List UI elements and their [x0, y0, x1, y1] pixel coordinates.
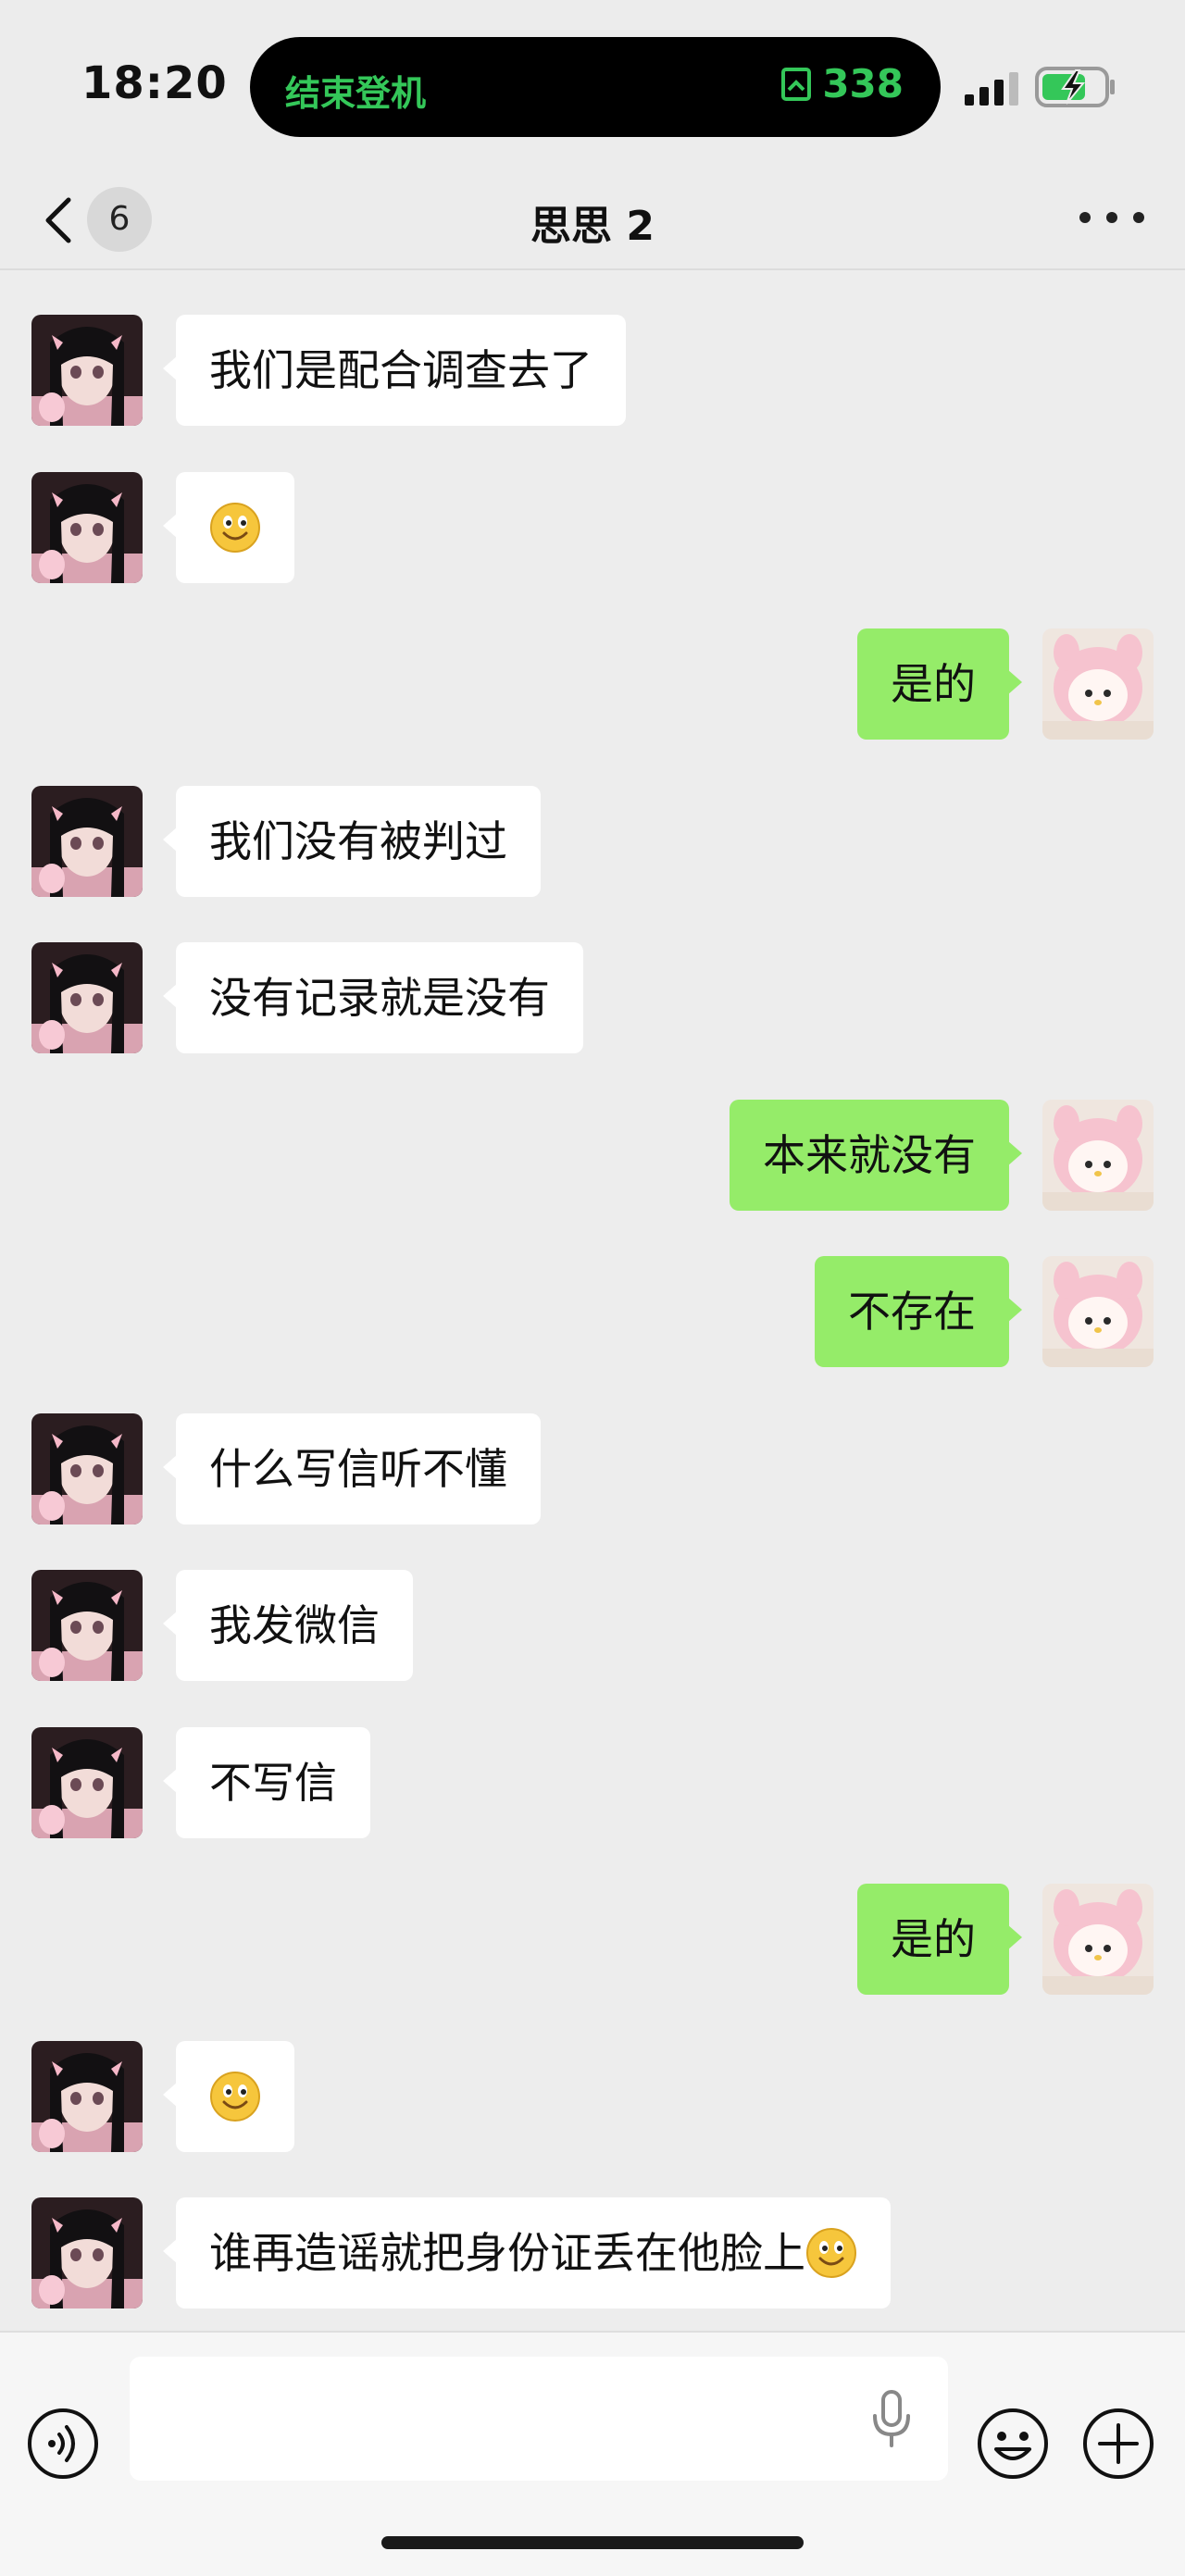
island-activity-label: 结束登机 [285, 73, 427, 114]
microphone-icon[interactable] [870, 2390, 913, 2447]
message-text: 不存在 [848, 1287, 976, 1337]
message-text: 没有记录就是没有 [209, 973, 550, 1023]
home-indicator[interactable] [381, 2536, 804, 2549]
message-bubble[interactable]: 什么写信听不懂 [163, 1413, 541, 1524]
message-bubble[interactable]: 我发微信 [163, 1570, 413, 1681]
message-bubble[interactable]: 不写信 [163, 1727, 370, 1838]
message-text: 什么写信听不懂 [209, 1444, 507, 1494]
incoming-message [0, 2041, 1185, 2152]
chat-title: 思思 2 [530, 203, 655, 250]
message-bubble[interactable]: 是的 [857, 628, 1022, 740]
voice-icon[interactable] [26, 2407, 100, 2481]
cellular-signal-icon [965, 72, 1018, 106]
my-avatar[interactable] [1042, 1100, 1154, 1211]
contact-avatar[interactable] [31, 472, 143, 583]
status-time: 18:20 [81, 57, 228, 109]
smiley-emoji [210, 2071, 260, 2122]
incoming-message: 我们没有被判过 [0, 786, 1185, 897]
seat-icon [781, 67, 812, 101]
my-avatar[interactable] [1042, 1884, 1154, 1995]
message-list[interactable]: 我们是配合调查去了 是的 我们没有被判过 没有记录就是没有 本来就没有 不存在 什么写信听不… [0, 270, 1185, 2331]
plus-icon[interactable] [1081, 2407, 1155, 2481]
chat-header: 6 思思 2 [0, 167, 1185, 270]
message-bubble[interactable]: 是的 [857, 1884, 1022, 1995]
contact-avatar[interactable] [31, 1413, 143, 1524]
emoji-icon[interactable] [976, 2407, 1050, 2481]
incoming-message: 不写信 [0, 1727, 1185, 1838]
contact-avatar[interactable] [31, 1727, 143, 1838]
message-text: 谁再造谣就把身份证丢在他脸上 [209, 2228, 805, 2278]
incoming-message [0, 472, 1185, 583]
message-bubble[interactable] [163, 472, 294, 583]
outgoing-message: 本来就没有 [0, 1100, 1185, 1211]
incoming-message: 我发微信 [0, 1570, 1185, 1681]
incoming-message: 没有记录就是没有 [0, 942, 1185, 1053]
message-bubble[interactable]: 谁再造谣就把身份证丢在他脸上 [163, 2197, 891, 2308]
message-text: 我发微信 [209, 1600, 380, 1650]
message-text: 我们没有被判过 [209, 816, 507, 866]
message-text: 不写信 [209, 1758, 337, 1808]
message-text: 我们是配合调查去了 [209, 345, 592, 395]
outgoing-message: 不存在 [0, 1256, 1185, 1367]
incoming-message: 我们是配合调查去了 [0, 315, 1185, 426]
message-text: 是的 [891, 1914, 976, 1964]
contact-avatar[interactable] [31, 2197, 143, 2308]
my-avatar[interactable] [1042, 628, 1154, 740]
contact-avatar[interactable] [31, 1570, 143, 1681]
message-bubble[interactable]: 本来就没有 [730, 1100, 1022, 1211]
my-avatar[interactable] [1042, 1256, 1154, 1367]
status-bar: 18:20 结束登机 338 [0, 0, 1185, 167]
message-bubble[interactable]: 我们没有被判过 [163, 786, 541, 897]
message-input[interactable] [130, 2357, 948, 2481]
smiley-emoji [806, 2227, 856, 2278]
outgoing-message: 是的 [0, 628, 1185, 740]
incoming-message: 谁再造谣就把身份证丢在他脸上 [0, 2197, 1185, 2308]
contact-avatar[interactable] [31, 786, 143, 897]
smiley-emoji [210, 502, 260, 553]
contact-avatar[interactable] [31, 942, 143, 1053]
more-options-button[interactable] [1079, 204, 1144, 231]
message-text: 本来就没有 [763, 1130, 976, 1180]
dynamic-island[interactable]: 结束登机 338 [250, 37, 941, 137]
incoming-message: 什么写信听不懂 [0, 1413, 1185, 1524]
outgoing-message: 是的 [0, 1884, 1185, 1995]
island-seat-info: 338 [780, 61, 904, 106]
battery-charging-icon [1035, 67, 1115, 107]
contact-avatar[interactable] [31, 315, 143, 426]
message-bubble[interactable]: 我们是配合调查去了 [163, 315, 626, 426]
message-bubble[interactable]: 不存在 [815, 1256, 1022, 1367]
message-bubble[interactable] [163, 2041, 294, 2152]
message-bubble[interactable]: 没有记录就是没有 [163, 942, 583, 1053]
island-seat-number: 338 [822, 61, 904, 106]
contact-avatar[interactable] [31, 2041, 143, 2152]
more-dots-icon [1079, 212, 1091, 223]
message-text: 是的 [891, 659, 976, 709]
